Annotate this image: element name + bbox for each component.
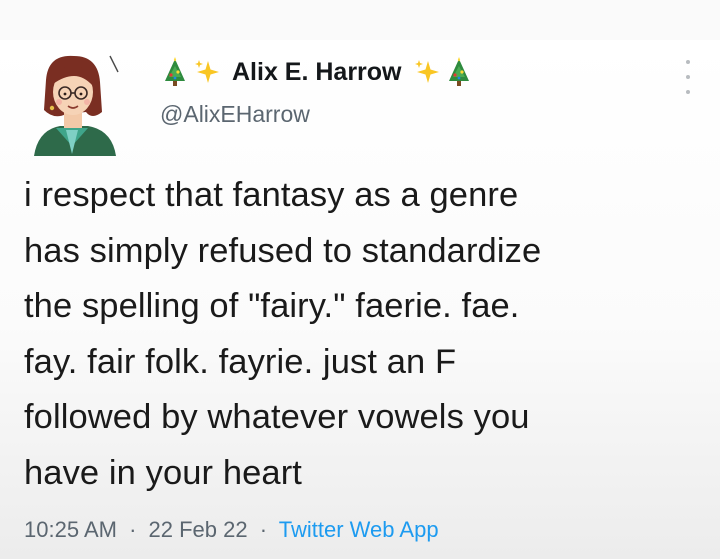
tweet-time[interactable]: 10:25 AM bbox=[24, 517, 117, 542]
sparkles-icon bbox=[194, 57, 220, 87]
christmas-tree-icon bbox=[162, 57, 188, 87]
tweet-text: i respect that fantasy as a genre has si… bbox=[24, 176, 542, 492]
tweet-date[interactable]: 22 Feb 22 bbox=[149, 517, 248, 542]
meta-separator: · bbox=[259, 517, 268, 542]
display-name[interactable]: Alix E. Harrow bbox=[232, 58, 402, 87]
more-dots-vertical-icon[interactable] bbox=[682, 60, 694, 94]
tweet-card: Alix E. Harrow @AlixEHarrow i respect th… bbox=[0, 40, 720, 559]
sparkles-icon bbox=[414, 57, 440, 87]
christmas-tree-icon bbox=[446, 57, 472, 87]
user-handle[interactable]: @AlixEHarrow bbox=[160, 101, 310, 128]
tweet-source-link[interactable]: Twitter Web App bbox=[279, 517, 439, 542]
meta-separator: · bbox=[129, 517, 137, 542]
avatar[interactable] bbox=[26, 50, 126, 156]
avatar-illustration bbox=[34, 55, 119, 156]
top-strip bbox=[0, 0, 720, 40]
tweet-meta: 10:25 AM · 22 Feb 22 · Twitter Web App bbox=[24, 517, 439, 543]
name-row: Alix E. Harrow bbox=[162, 54, 472, 90]
